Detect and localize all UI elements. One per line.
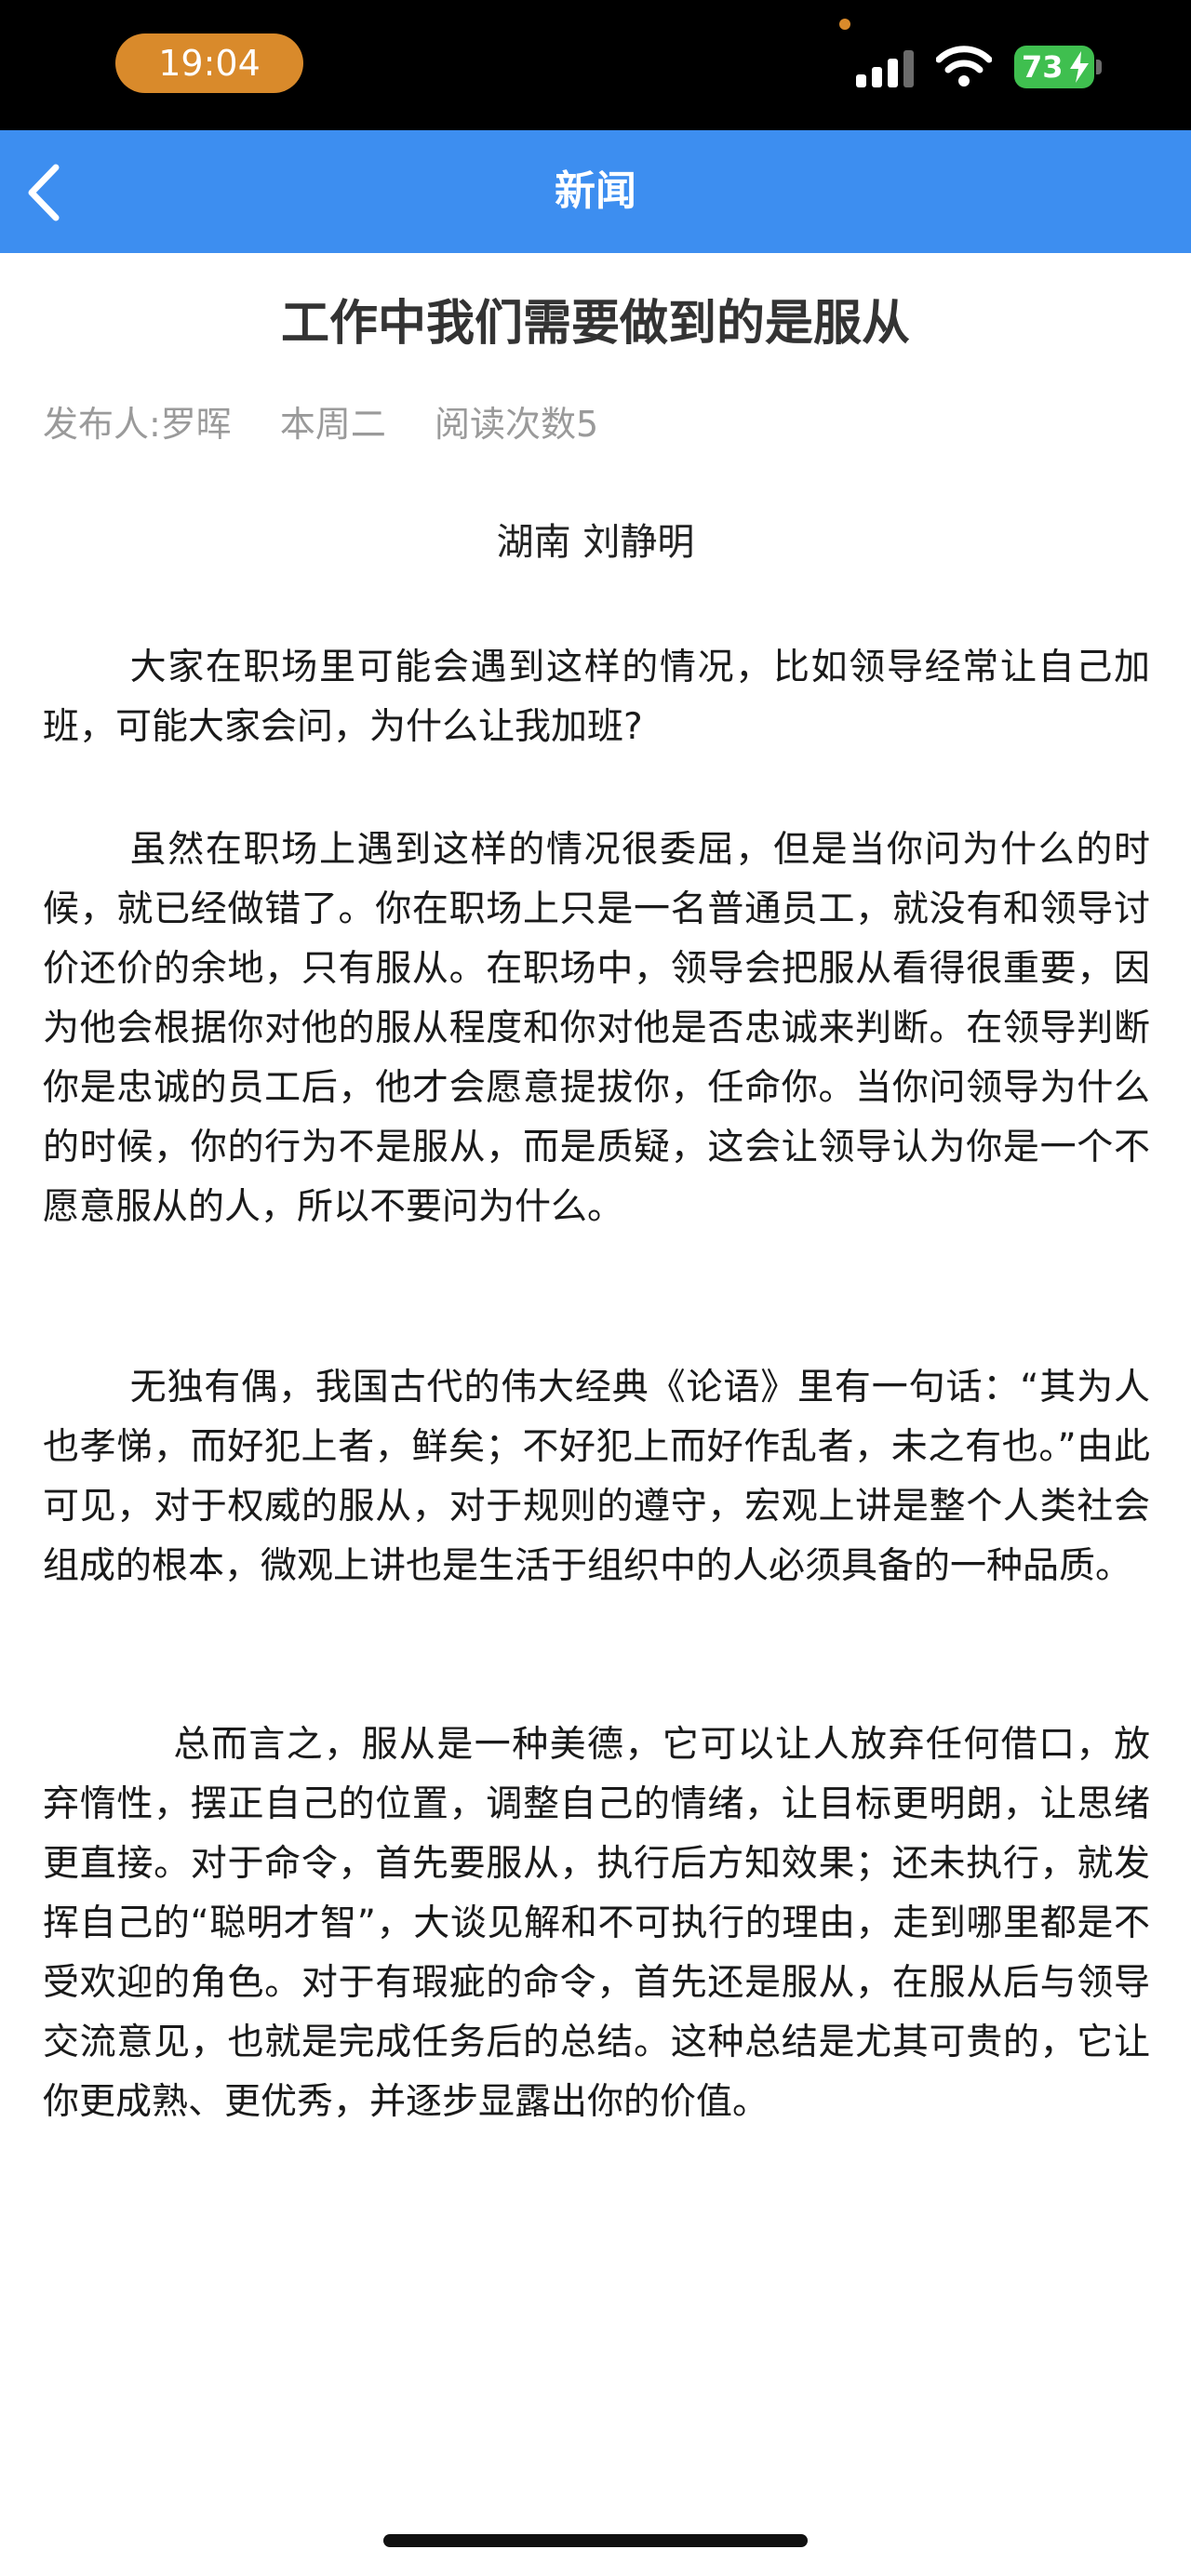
article-date: 本周二 [279, 404, 386, 445]
battery-cap [1096, 60, 1102, 74]
article-read-count: 阅读次数5 [435, 404, 599, 445]
article-meta: 发布人:罗晖 本周二 阅读次数5 [43, 394, 636, 454]
nav-bar: 新闻 [0, 130, 1191, 253]
article-paragraph: 总而言之，服从是一种美德，它可以让人放弃任何借口，放弃惰性，摆正自己的位置，调整… [43, 1724, 1150, 2123]
nav-title: 新闻 [555, 167, 636, 215]
article-paragraph: 无独有偶，我国古代的伟大经典《论语》里有一句话：“其为人也孝悌，而好犯上者，鲜矣… [43, 1367, 1150, 1587]
battery-level: 73 [1022, 49, 1064, 85]
chevron-left-icon[interactable] [13, 160, 78, 225]
article-publisher: 发布人:罗晖 [43, 404, 232, 445]
wifi-icon [936, 46, 992, 87]
home-indicator[interactable] [383, 2534, 808, 2547]
charging-bolt-icon [1070, 51, 1089, 83]
status-bar: 19:04 73 [0, 0, 1191, 130]
privacy-indicator-dot [839, 19, 850, 30]
article-paragraph: 虽然在职场上遇到这样的情况很委屈，但是当你问为什么的时候，就已经做错了。你在职场… [43, 829, 1150, 1228]
article-title: 工作中我们需要做到的是服从 [280, 296, 910, 352]
status-time[interactable]: 19:04 [115, 33, 303, 93]
article-paragraph: 大家在职场里可能会遇到这样的情况，比如领导经常让自己加班，可能大家会问，为什么让… [43, 647, 1150, 748]
battery-icon: 73 [1014, 46, 1094, 88]
signal-icon [856, 48, 916, 87]
article-author-line: 湖南 刘静明 [496, 521, 695, 564]
